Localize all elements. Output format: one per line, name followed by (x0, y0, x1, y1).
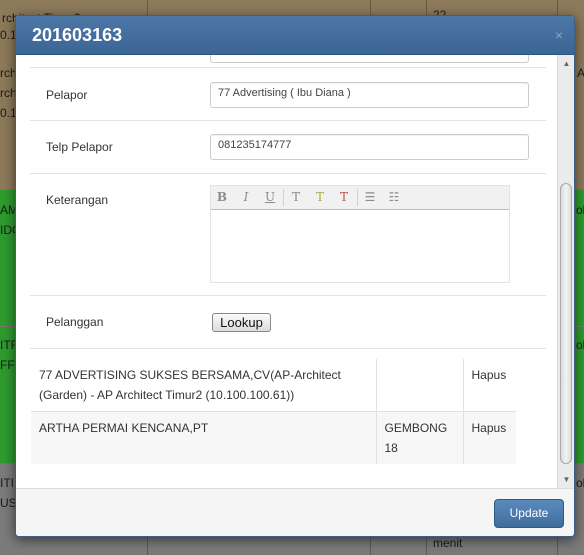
numbered-list-icon[interactable]: ☷ (385, 189, 403, 206)
toolbar-divider (283, 189, 284, 206)
close-icon[interactable]: × (555, 28, 563, 42)
modal-header: 201603163 × (16, 16, 574, 55)
customer-name: 77 ADVERTISING SUKSES BERSAMA,CV(AP-Arch… (31, 359, 377, 412)
edit-ticket-modal: 201603163 × Pelapor 77 Advertising ( Ibu… (15, 15, 575, 537)
update-button[interactable]: Update (494, 499, 564, 528)
modal-footer: Update (16, 488, 574, 536)
telp-pelapor-input[interactable]: 081235174777 (210, 134, 529, 160)
form-row-telp: Telp Pelapor 081235174777 (30, 121, 546, 174)
form-row-pelanggan: Pelanggan Lookup (30, 296, 546, 349)
cell-text: AV (577, 66, 584, 80)
bullet-list-icon[interactable]: ☰ (361, 189, 379, 206)
keterangan-editor[interactable]: B I U T T T ☰ ☷ (210, 185, 510, 283)
cell-text: ok (576, 338, 584, 352)
editor-content[interactable] (211, 210, 509, 282)
highlight-icon[interactable]: T (311, 189, 329, 206)
modal-title: 201603163 (32, 25, 123, 45)
cell-text: menit (433, 536, 463, 550)
scroll-down-icon[interactable]: ▼ (561, 474, 572, 485)
keterangan-label: Keterangan (46, 193, 109, 207)
scroll-up-icon[interactable]: ▲ (561, 58, 572, 69)
cell-text: ok (576, 476, 584, 490)
underline-icon[interactable]: U (261, 189, 279, 206)
hapus-link[interactable]: Hapus (463, 411, 516, 464)
form-row-pelapor: Pelapor 77 Advertising ( Ibu Diana ) (30, 68, 546, 121)
cell-text: ok (576, 203, 584, 217)
editor-toolbar: B I U T T T ☰ ☷ (211, 186, 509, 210)
modal-scrollbar[interactable]: ▲ ▼ (557, 55, 574, 488)
telp-pelapor-label: Telp Pelapor (46, 140, 113, 154)
bold-icon[interactable]: B (213, 189, 231, 206)
pelapor-input[interactable]: 77 Advertising ( Ibu Diana ) (210, 82, 529, 108)
form-row-keterangan: Keterangan B I U T T T ☰ ☷ (30, 174, 546, 296)
form-row-hidden (30, 55, 546, 68)
cell-text: ITI (0, 476, 14, 490)
table-row: 77 ADVERTISING SUKSES BERSAMA,CV(AP-Arch… (31, 359, 516, 412)
hidden-field[interactable] (210, 55, 529, 63)
customer-code: GEMBONG 18 (376, 411, 464, 464)
modal-body: Pelapor 77 Advertising ( Ibu Diana ) Tel… (16, 55, 574, 488)
table-row: ARTHA PERMAI KENCANA,PT GEMBONG 18 Hapus (31, 411, 516, 464)
scroll-thumb[interactable] (560, 183, 572, 464)
italic-icon[interactable]: I (237, 189, 255, 206)
toolbar-divider (357, 189, 358, 206)
pelapor-label: Pelapor (46, 88, 88, 102)
pelanggan-label: Pelanggan (46, 315, 104, 329)
customer-code (376, 359, 464, 412)
clear-style-icon[interactable]: T (335, 189, 353, 206)
hapus-link[interactable]: Hapus (463, 359, 516, 412)
remove-format-icon[interactable]: T (287, 189, 305, 206)
customer-table: 77 ADVERTISING SUKSES BERSAMA,CV(AP-Arch… (31, 359, 516, 464)
lookup-button[interactable]: Lookup (212, 313, 271, 332)
cell-text: FF (0, 358, 15, 372)
customer-name: ARTHA PERMAI KENCANA,PT (31, 411, 377, 464)
